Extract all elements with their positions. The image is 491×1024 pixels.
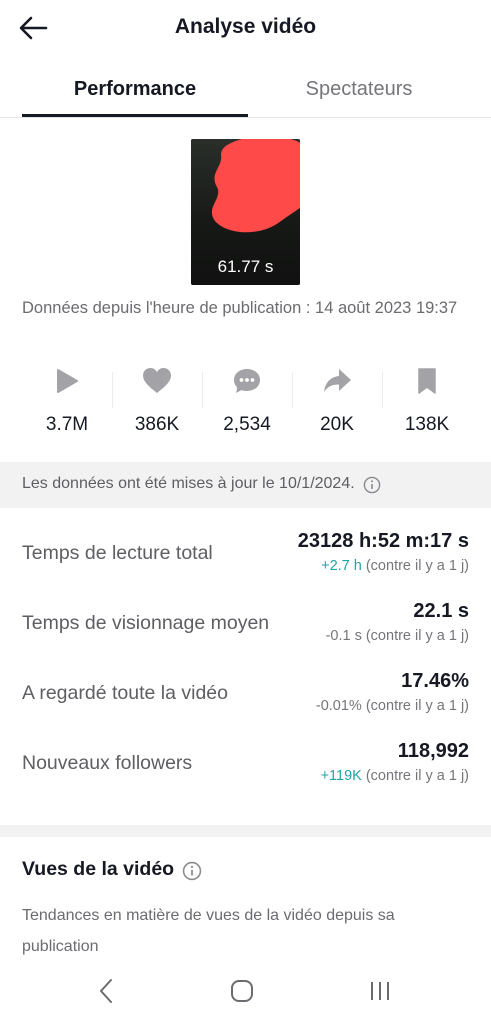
saves-count: 138K — [404, 414, 450, 435]
delta-value: -0.01% — [315, 698, 362, 714]
views-count: 3.7M — [45, 414, 89, 435]
video-thumbnail[interactable]: 61.77 s — [191, 139, 300, 285]
share-icon — [324, 369, 351, 392]
heart-icon — [143, 368, 171, 393]
nav-recents-button[interactable] — [360, 976, 400, 1006]
metric-label: Temps de visionnage moyen — [22, 612, 270, 634]
chevron-left-icon — [100, 979, 112, 1003]
engagement-stats: 3.7M 386K 2,534 20K 138K — [22, 360, 472, 440]
delta-compare: (contre il y a 1 j) — [361, 628, 469, 644]
section-description: Tendances en matière de vues de la vidéo… — [22, 907, 395, 955]
delta-value: +2.7 h — [321, 558, 362, 574]
delta-value: -0.1 s — [325, 628, 362, 644]
metric-value: 23128 h:52 m:17 s — [297, 530, 469, 552]
stat-saves: 138K — [382, 360, 472, 436]
metric-delta: -0.01% (contre il y a 1 j) — [316, 698, 469, 714]
metric-average-watch-time: Temps de visionnage moyen 22.1 s -0.1 s … — [0, 600, 491, 670]
active-tab-indicator — [22, 114, 248, 117]
nav-back-button[interactable] — [86, 976, 126, 1006]
metric-value: 22.1 s — [413, 600, 469, 622]
metric-delta: -0.1 s (contre il y a 1 j) — [326, 628, 469, 644]
tab-spectateurs[interactable]: Spectateurs — [246, 78, 472, 101]
info-icon[interactable] — [363, 476, 381, 494]
metric-delta: +119K (contre il y a 1 j) — [321, 768, 469, 784]
comment-icon — [234, 369, 260, 393]
metric-value: 17.46% — [401, 670, 469, 692]
page-title: Analyse vidéo — [174, 15, 317, 38]
recents-icon — [371, 982, 389, 1000]
delta-compare: (contre il y a 1 j) — [361, 698, 469, 714]
metric-label: A regardé toute la vidéo — [22, 682, 228, 704]
section-divider — [0, 825, 491, 837]
play-icon — [57, 369, 78, 393]
update-banner: Les données ont été mises à jour le 10/1… — [0, 462, 491, 508]
update-text: Les données ont été mises à jour le 10/1… — [22, 475, 355, 492]
stat-comments: 2,534 — [202, 360, 292, 436]
metric-new-followers: Nouveaux followers 118,992 +119K (contre… — [0, 740, 491, 810]
metric-full-video-watched: A regardé toute la vidéo 17.46% -0.01% (… — [0, 670, 491, 740]
delta-value: +119K — [320, 768, 362, 784]
metric-total-watch-time: Temps de lecture total 23128 h:52 m:17 s… — [0, 530, 491, 600]
bookmark-icon — [418, 368, 436, 394]
tab-bar: Performance Spectateurs — [0, 68, 491, 118]
info-icon[interactable] — [182, 861, 202, 881]
stat-likes: 386K — [112, 360, 202, 436]
metric-delta: +2.7 h (contre il y a 1 j) — [321, 558, 469, 574]
nav-home-button[interactable] — [222, 976, 262, 1006]
system-nav-bar — [0, 962, 491, 1024]
stat-views: 3.7M — [22, 360, 112, 436]
metric-value: 118,992 — [397, 740, 469, 762]
video-duration: 61.77 s — [217, 257, 274, 276]
header: Analyse vidéo — [0, 0, 491, 56]
metric-label: Temps de lecture total — [22, 542, 213, 564]
home-icon — [231, 980, 253, 1002]
published-date: Données depuis l'heure de publication : … — [22, 299, 458, 317]
metric-label: Nouveaux followers — [22, 752, 193, 774]
redaction-scribble — [211, 139, 300, 233]
delta-compare: (contre il y a 1 j) — [361, 768, 469, 784]
tab-performance[interactable]: Performance — [22, 78, 248, 101]
stat-shares: 20K — [292, 360, 382, 436]
video-analytics-screen: Analyse vidéo Performance Spectateurs 61… — [0, 0, 491, 1024]
comments-count: 2,534 — [223, 414, 271, 435]
shares-count: 20K — [320, 414, 354, 435]
delta-compare: (contre il y a 1 j) — [361, 558, 469, 574]
likes-count: 386K — [134, 414, 180, 435]
section-title: Vues de la vidéo — [22, 858, 175, 880]
